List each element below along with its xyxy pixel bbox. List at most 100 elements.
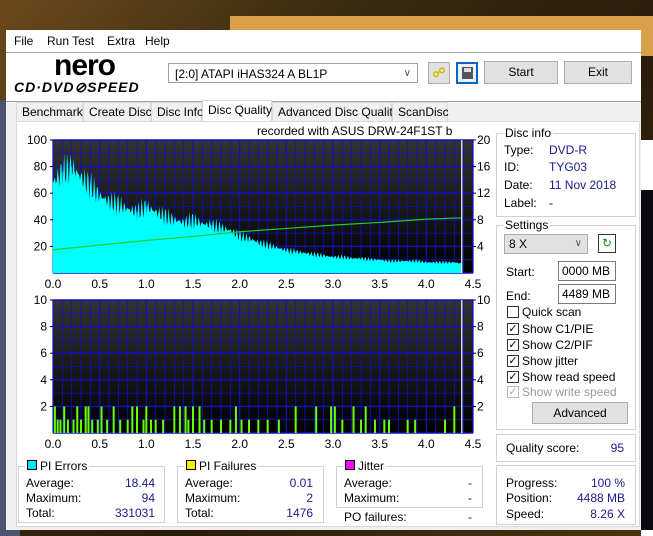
chevron-down-icon: ∨ [403,68,411,79]
jitter-average-label: Average: [344,476,392,490]
tab-benchmark[interactable]: Benchmark [16,102,83,121]
tab-scandisc[interactable]: ScanDisc [392,102,449,121]
pi-failures-bar [154,419,157,433]
pi-failures-total-value: 1476 [286,506,313,520]
pi-failures-bar [106,419,109,433]
x-tick-label: 4.5 [465,437,482,451]
pi-failures-bar [248,419,250,433]
pi-failures-bar [198,406,201,433]
y-tick-label: 80 [34,160,48,174]
pi-failures-bar [84,406,87,433]
x-tick-label: 2.0 [231,437,248,451]
x-tick-label: 0.0 [45,277,62,291]
x-tick-label: 0.5 [91,277,108,291]
refresh-icon: ↻ [601,236,613,250]
jitter-color-swatch [345,460,355,470]
x-tick-label: 3.0 [325,277,342,291]
drive-select[interactable]: [2:0] ATAPI iHAS324 A BL1P ∨ [168,63,418,83]
jitter-maximum-value: - [468,491,472,505]
tab-create-disc[interactable]: Create Disc [83,102,152,121]
show-c2-pif-label: Show C2/PIF [522,338,593,352]
pi-failures-bar [87,406,90,433]
pi-failures-average-label: Average: [185,476,233,490]
show-write-speed-label: Show write speed [522,385,617,399]
x-tick-label: 0.0 [45,437,62,451]
pi-errors-maximum-value: 94 [141,491,155,505]
pi-failures-bar [453,406,456,433]
y-tick-label: 60 [34,186,48,200]
show-jitter-checkbox[interactable]: ✓ [507,355,519,367]
pi-failures-bar [56,419,59,433]
menu-extra[interactable]: Extra [107,34,135,48]
quick-scan-checkbox[interactable] [507,306,519,318]
tab-disc-info[interactable]: Disc Info [151,102,204,121]
pi-failures-bar [162,419,165,433]
tab-advanced-disc-quality[interactable]: Advanced Disc Quality [272,102,399,121]
y-tick-label: 40 [34,213,48,227]
position-label: Position: [506,491,553,505]
menu-file[interactable]: File [14,34,33,48]
pi-failures-bar [145,406,148,433]
start-field[interactable]: 0000 MB [558,261,616,281]
pi-failures-bar [240,419,243,433]
show-read-speed-label: Show read speed [522,370,616,384]
show-read-speed-checkbox[interactable]: ✓ [507,371,519,383]
end-label: End: [506,289,531,303]
x-tick-label: 1.0 [138,437,155,451]
tab-disc-quality[interactable]: Disc Quality [202,100,272,122]
settings-title: Settings [503,218,551,232]
quality-score-label: Quality score: [506,441,580,455]
drive-select-value: [2:0] ATAPI iHAS324 A BL1P [175,67,328,81]
refresh-speed-button[interactable]: ↻ [598,234,616,253]
x-tick-label: 2.5 [278,437,295,451]
pi-failures-bar [80,419,82,433]
pi-failures-color-swatch [186,460,196,470]
pi-failures-bar [220,419,222,433]
end-field[interactable]: 4489 MB [558,284,616,304]
x-tick-label: 4.0 [418,277,435,291]
pi-failures-bar [91,419,94,433]
pi-failures-bar [266,419,269,433]
x-tick-label: 1.0 [138,277,155,291]
pi-failures-bar [352,406,355,433]
pi-failures-bar [119,419,122,433]
x-tick-label: 3.5 [371,437,388,451]
x-tick-label: 4.5 [465,277,482,291]
jitter-title: Jitter [343,459,387,473]
pi-failures-bar [96,419,99,433]
x-tick-label: 2.5 [278,277,295,291]
advanced-button[interactable]: Advanced [532,402,628,424]
quick-scan-label: Quick scan [522,305,582,319]
pi-failures-bar [184,406,187,433]
speed-select[interactable]: 8 X ∨ [504,234,588,254]
menu-help[interactable]: Help [145,34,170,48]
y2-tick-label: 12 [477,186,490,200]
pi-failures-bar [66,419,69,433]
show-c2-pif-checkbox[interactable]: ✓ [507,339,519,351]
pi-failures-bar [341,419,344,433]
pi-failures-bar [210,419,213,433]
menu-run-test[interactable]: Run Test [47,34,94,48]
show-c1-pie-checkbox[interactable]: ✓ [507,323,519,335]
position-value: 4488 MB [576,491,625,505]
show-jitter-label: Show jitter [522,354,579,368]
x-tick-label: 3.0 [325,437,342,451]
quality-score-value: 95 [610,441,624,455]
speed-label: Speed: [506,507,545,521]
start-button[interactable]: Start [484,61,558,84]
drive-settings-button[interactable]: ☍ [428,62,450,84]
pi-failures-bar [72,419,75,433]
pi-failures-title: PI Failures [184,459,259,473]
pi-failures-bar [203,419,206,433]
pi-failures-chart: 0.0 0.5 1.0 1.5 2.0 2.5 3.0 3.5 4.0 4.5 2 4 6 8 10 2 4 6 8… [34,293,490,451]
exit-button[interactable]: Exit [564,61,632,84]
speed-select-value: 8 X [509,237,528,251]
y-tick-label: 100 [27,133,47,147]
pi-failures-bar [178,406,181,433]
show-write-speed-checkbox[interactable]: ✓ [507,386,519,398]
disc-type-label: Type: [504,143,534,157]
save-button[interactable] [456,62,478,84]
logo-nero-text: nero [54,49,116,82]
pi-failures-bar [330,406,333,433]
pi-failures-maximum-value: 2 [306,491,313,505]
